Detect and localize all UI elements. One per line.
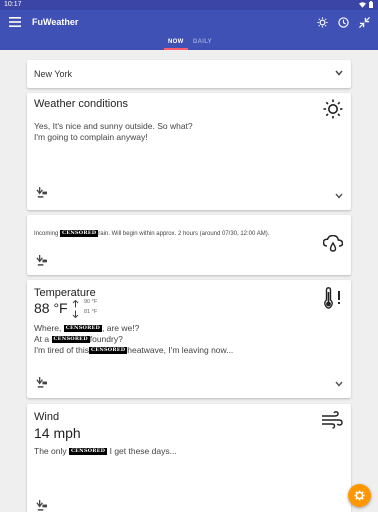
censored-word: CENSORED: [63, 325, 103, 333]
wind-icon: [322, 411, 343, 429]
censored-word: CENSORED: [60, 230, 99, 237]
tab-bar: NOW DAILY: [0, 37, 378, 50]
temperature-value: 88 °F: [34, 300, 68, 316]
temperature-card: Temperature 88 °F 90 °F 81 °F Where, CEN…: [27, 280, 351, 398]
clock-icon[interactable]: [338, 17, 349, 28]
fullscreen-exit-icon[interactable]: [359, 17, 370, 28]
brightness-icon[interactable]: [317, 17, 328, 28]
conditions-card: Weather conditions Yes, It's nice and su…: [27, 93, 351, 210]
rain-cloud-icon: [323, 235, 343, 252]
text-part: The only: [34, 446, 67, 456]
location-dropdown[interactable]: New York: [27, 60, 351, 88]
text-part: I get these days...: [109, 446, 177, 456]
share-icon[interactable]: [36, 377, 47, 388]
rain-suffix: rain. Will begin within approx. 2 hours …: [98, 231, 270, 238]
app-title: FuWeather: [32, 17, 79, 27]
tab-now[interactable]: NOW: [168, 39, 184, 45]
location-value: New York: [34, 69, 73, 79]
censored-word: CENSORED: [89, 347, 128, 355]
rain-card: Incoming CENSORED rain. Will begin within…: [27, 215, 351, 275]
rain-prefix: Incoming: [34, 231, 59, 238]
text-part: At a: [34, 334, 50, 344]
gear-icon: [354, 490, 365, 501]
conditions-line-2: I'm going to complain anyway!: [34, 132, 148, 142]
share-icon[interactable]: [36, 500, 47, 511]
tab-indicator: [164, 48, 188, 50]
menu-icon[interactable]: [9, 17, 21, 27]
system-icons: [359, 1, 373, 8]
conditions-title: Weather conditions: [34, 98, 128, 110]
wind-line-1: The only CENSORED I get these days...: [34, 446, 177, 457]
expand-chevron-icon[interactable]: [335, 193, 343, 199]
temperature-line-3: I'm tired of this CENSORED heatwave, I'm l…: [34, 345, 233, 356]
temperature-line-2: At a CENSORED foundry?: [34, 334, 123, 345]
up-down-arrows-icon: [72, 300, 79, 318]
status-time: 10:17: [4, 1, 22, 8]
text-part: Where,: [34, 323, 62, 333]
text-part: heatwave, I'm leaving now...: [127, 345, 234, 355]
conditions-line-1: Yes, It's nice and sunny outside. So wha…: [34, 121, 193, 131]
app-bar: FuWeather: [0, 10, 378, 37]
wind-card: Wind 14 mph The only CENSORED I get thes…: [27, 404, 351, 512]
wifi-icon: [359, 1, 366, 8]
rain-text: Incoming CENSORED rain. Will begin within…: [34, 230, 269, 237]
settings-fab[interactable]: [348, 484, 371, 507]
wind-value: 14 mph: [34, 425, 81, 441]
share-icon[interactable]: [36, 187, 47, 198]
battery-icon: [369, 1, 373, 8]
temperature-low: 81 °F: [84, 309, 98, 315]
status-bar: 10:17: [0, 0, 378, 10]
share-icon[interactable]: [36, 255, 47, 266]
text-part: I'm tired of this: [34, 345, 90, 355]
temperature-high: 90 °F: [84, 299, 98, 305]
censored-word: CENSORED: [68, 448, 108, 456]
text-part: , are we!?: [102, 323, 140, 333]
temperature-line-1: Where, CENSORED, are we!?: [34, 323, 139, 334]
expand-chevron-icon[interactable]: [335, 381, 343, 387]
thermometer-alert-icon: [324, 287, 340, 309]
censored-word: CENSORED: [51, 336, 90, 344]
text-part: foundry?: [89, 334, 123, 344]
wind-title: Wind: [34, 411, 60, 423]
sun-icon: [323, 99, 343, 119]
chevron-down-icon: [335, 70, 343, 76]
tab-daily[interactable]: DAILY: [193, 39, 212, 45]
